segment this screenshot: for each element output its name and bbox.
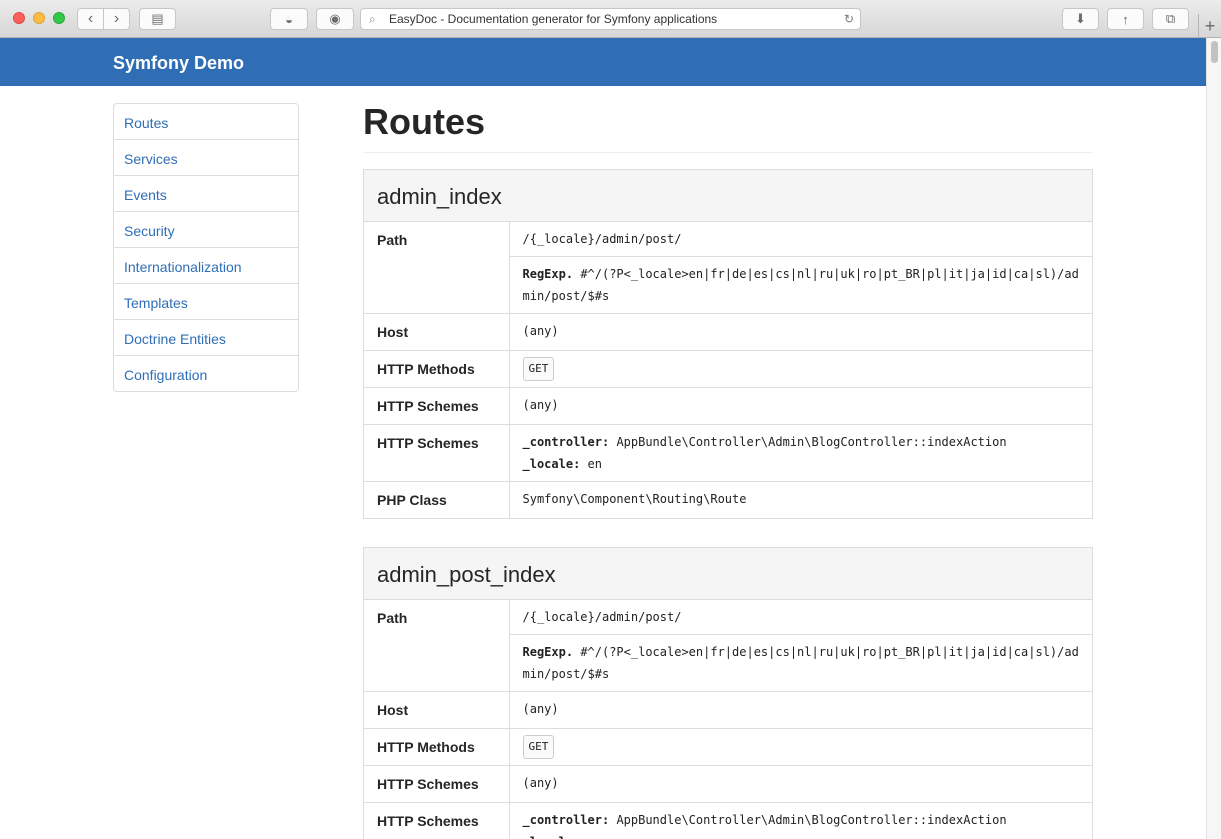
table-row: HTTP Schemes _controller: AppBundle\Cont… bbox=[364, 802, 1092, 839]
defaults-cell: _controller: AppBundle\Controller\Admin\… bbox=[509, 802, 1092, 839]
tabs-overview-icon[interactable]: ⧉ bbox=[1152, 8, 1189, 30]
host-value: (any) bbox=[509, 691, 1092, 729]
php-class-value: Symfony\Component\Routing\Route bbox=[509, 481, 1092, 518]
defaults-cell: _controller: AppBundle\Controller\Admin\… bbox=[509, 424, 1092, 482]
table-row: Host (any) bbox=[364, 691, 1092, 729]
address-text: EasyDoc - Documentation generator for Sy… bbox=[389, 12, 718, 26]
table-row: Path /{_locale}/admin/post/ bbox=[364, 600, 1092, 692]
table-row: HTTP Schemes (any) bbox=[364, 387, 1092, 425]
defaults-label: HTTP Schemes bbox=[364, 802, 510, 839]
sidebar-item-events[interactable]: Events bbox=[114, 175, 298, 211]
regexp-value: #^/(?P<_locale>en|fr|de|es|cs|nl|ru|uk|r… bbox=[522, 645, 1079, 681]
browser-toolbar: ‹ › ▤ ◒ ◉ ⌕ EasyDoc - Documentation gene… bbox=[0, 0, 1221, 38]
back-icon[interactable]: ‹ bbox=[78, 9, 104, 29]
sidebar-item-security[interactable]: Security bbox=[114, 211, 298, 247]
forward-icon[interactable]: › bbox=[104, 9, 129, 29]
regexp-cell: RegExp. #^/(?P<_locale>en|fr|de|es|cs|nl… bbox=[509, 634, 1092, 692]
sidebar-toggle-icon[interactable]: ▤ bbox=[139, 8, 176, 30]
zoom-window-button[interactable] bbox=[53, 12, 65, 24]
sidebar-item-templates[interactable]: Templates bbox=[114, 283, 298, 319]
table-row: Host (any) bbox=[364, 313, 1092, 351]
share-icon[interactable]: ↑ bbox=[1107, 8, 1144, 30]
table-row: HTTP Schemes _controller: AppBundle\Cont… bbox=[364, 424, 1092, 482]
regexp-label: RegExp. bbox=[522, 645, 574, 659]
route-table: Path /{_locale}/admin/post/ RegExp. #^/(… bbox=[364, 600, 1092, 839]
route-name: admin_post_index bbox=[364, 548, 1092, 600]
top-navbar: Symfony Demo bbox=[0, 38, 1206, 86]
main-content: Routes admin_index Path /{_locale}/admin… bbox=[363, 86, 1093, 839]
locale-value: en bbox=[587, 457, 602, 471]
route-name: admin_index bbox=[364, 170, 1092, 222]
path-value: /{_locale}/admin/post/ bbox=[522, 610, 682, 624]
table-row: HTTP Methods GET bbox=[364, 728, 1092, 766]
methods-cell: GET bbox=[509, 350, 1092, 388]
php-class-label: PHP Class bbox=[364, 481, 510, 518]
path-label: Path bbox=[364, 600, 510, 692]
reload-icon[interactable]: ↻ bbox=[838, 12, 860, 26]
route-panel: admin_post_index Path /{_locale}/admin/p… bbox=[363, 547, 1093, 839]
methods-label: HTTP Methods bbox=[364, 728, 510, 766]
regexp-label: RegExp. bbox=[522, 267, 574, 281]
controller-key: _controller: bbox=[522, 813, 610, 827]
schemes-label: HTTP Schemes bbox=[364, 387, 510, 425]
table-row: PHP Class Symfony\Component\Routing\Rout… bbox=[364, 481, 1092, 518]
table-row: HTTP Schemes (any) bbox=[364, 765, 1092, 803]
sidebar-item-routes[interactable]: Routes bbox=[114, 104, 298, 139]
regexp-cell: RegExp. #^/(?P<_locale>en|fr|de|es|cs|nl… bbox=[509, 256, 1092, 314]
sidebar-nav: Routes Services Events Security Internat… bbox=[113, 103, 299, 392]
scrollbar-thumb[interactable] bbox=[1211, 41, 1218, 63]
sidebar-item-services[interactable]: Services bbox=[114, 139, 298, 175]
defaults-label: HTTP Schemes bbox=[364, 424, 510, 482]
downloads-icon[interactable]: ⬇ bbox=[1062, 8, 1099, 30]
schemes-value: (any) bbox=[509, 387, 1092, 425]
table-row: Path /{_locale}/admin/post/ bbox=[364, 222, 1092, 314]
host-label: Host bbox=[364, 313, 510, 351]
sidebar-item-configuration[interactable]: Configuration bbox=[114, 355, 298, 391]
controller-key: _controller: bbox=[522, 435, 610, 449]
new-tab-icon[interactable]: + bbox=[1198, 14, 1221, 38]
host-value: (any) bbox=[509, 313, 1092, 351]
page-title: Routes bbox=[363, 86, 1093, 153]
table-row: HTTP Methods GET bbox=[364, 350, 1092, 388]
locale-key: _locale: bbox=[522, 457, 581, 471]
sidebar-item-doctrine-entities[interactable]: Doctrine Entities bbox=[114, 319, 298, 355]
brand-link[interactable]: Symfony Demo bbox=[113, 53, 244, 74]
minimize-window-button[interactable] bbox=[33, 12, 45, 24]
sidebar-item-internationalization[interactable]: Internationalization bbox=[114, 247, 298, 283]
methods-cell: GET bbox=[509, 728, 1092, 766]
route-panel: admin_index Path /{_locale}/admin/post/ … bbox=[363, 169, 1093, 519]
locale-value: en bbox=[588, 835, 602, 839]
page-scrollbar[interactable] bbox=[1206, 38, 1221, 839]
search-icon: ⌕ bbox=[369, 11, 376, 26]
close-window-button[interactable] bbox=[13, 12, 25, 24]
regexp-value: #^/(?P<_locale>en|fr|de|es|cs|nl|ru|uk|r… bbox=[522, 267, 1079, 303]
host-label: Host bbox=[364, 691, 510, 729]
controller-value: AppBundle\Controller\Admin\BlogControlle… bbox=[616, 435, 1007, 449]
reader-extension-icon[interactable]: ◉ bbox=[316, 8, 354, 30]
path-label: Path bbox=[364, 222, 510, 314]
path-value: /{_locale}/admin/post/ bbox=[522, 232, 682, 246]
schemes-value: (any) bbox=[509, 765, 1092, 803]
locale-key: _locale: bbox=[523, 835, 581, 839]
history-nav: ‹ › bbox=[77, 8, 130, 30]
schemes-label: HTTP Schemes bbox=[364, 765, 510, 803]
address-bar[interactable]: ⌕ EasyDoc - Documentation generator for … bbox=[360, 8, 861, 30]
method-badge: GET bbox=[522, 735, 555, 759]
methods-label: HTTP Methods bbox=[364, 350, 510, 388]
route-table: Path /{_locale}/admin/post/ RegExp. #^/(… bbox=[364, 222, 1092, 518]
ghost-extension-icon[interactable]: ◒ bbox=[270, 8, 308, 30]
method-badge: GET bbox=[522, 357, 555, 381]
controller-value: AppBundle\Controller\Admin\BlogControlle… bbox=[616, 813, 1007, 827]
